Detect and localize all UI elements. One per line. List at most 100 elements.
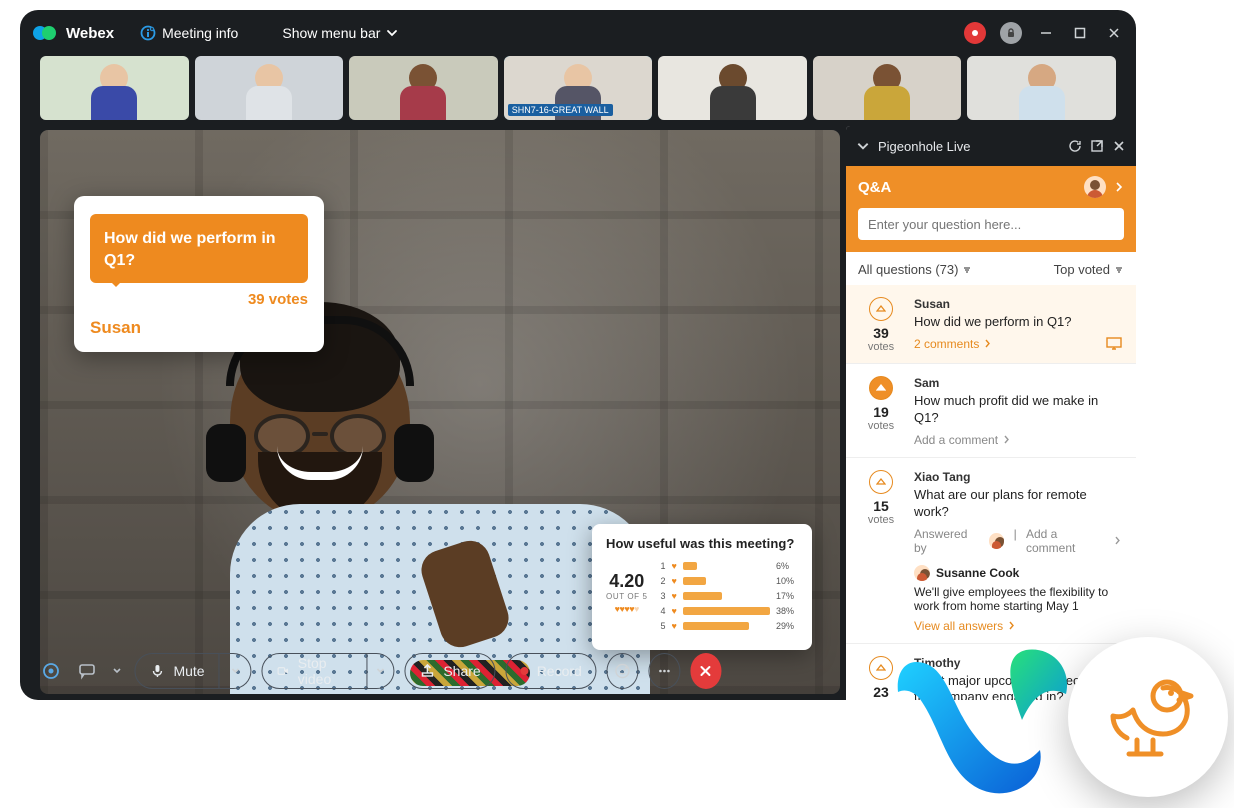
mute-dropdown[interactable] — [220, 653, 252, 689]
maximize-button[interactable] — [1070, 23, 1090, 43]
panel-header-label: Q&A — [858, 179, 891, 196]
vote-control[interactable]: 15 votes — [860, 470, 902, 633]
floating-logos — [876, 632, 1228, 802]
heart-icon: ♥ — [672, 576, 677, 586]
question-item[interactable]: 19 votes Sam How much profit did we make… — [846, 363, 1136, 457]
avatar-icon — [914, 565, 930, 581]
speaker-video — [230, 322, 650, 694]
close-icon[interactable] — [1112, 139, 1126, 153]
chevron-down-icon — [386, 27, 398, 39]
meeting-info-button[interactable]: Meeting info — [140, 25, 238, 41]
webex-app-icon — [876, 632, 1086, 802]
question-text: What are our plans for remote work? — [914, 487, 1122, 521]
vote-count: 15 — [860, 498, 902, 514]
view-all-answers-link[interactable]: View all answers — [914, 619, 1016, 633]
filter-all-questions[interactable]: All questions (73) — [858, 262, 972, 277]
answer-text: We'll give employees the flexibility to … — [914, 585, 1122, 613]
chevron-down-icon — [375, 666, 385, 676]
record-dot-icon — [521, 667, 529, 675]
panel-header: Q&A — [846, 166, 1136, 252]
vote-label: votes — [860, 341, 902, 353]
panel-filter-bar: All questions (73) Top voted — [846, 252, 1136, 285]
filmstrip-thumb[interactable] — [195, 56, 344, 120]
poll-outof: OUT OF 5 — [606, 592, 648, 601]
question-input[interactable] — [858, 208, 1124, 240]
minimize-button[interactable] — [1036, 23, 1056, 43]
close-button[interactable] — [1104, 23, 1124, 43]
apps-icon[interactable] — [40, 660, 62, 682]
popout-icon[interactable] — [1090, 139, 1104, 153]
upvote-icon[interactable] — [869, 470, 893, 494]
end-call-button[interactable] — [690, 653, 721, 689]
callout-question: How did we perform in Q1? — [90, 214, 308, 283]
add-comment-link[interactable]: Add a comment — [1026, 527, 1122, 555]
video-dropdown[interactable] — [367, 653, 394, 689]
upvote-icon[interactable] — [869, 376, 893, 400]
titlebar: Webex Meeting info Show menu bar — [20, 10, 1136, 56]
poll-bars: 1♥ 6%2♥ 10%3♥ 17%4♥ 38%5♥ 29% — [658, 561, 798, 636]
filmstrip-thumb[interactable] — [658, 56, 807, 120]
callout-author: Susan — [90, 318, 308, 338]
heart-icon: ♥ — [672, 606, 677, 616]
record-indicator-icon[interactable] — [964, 22, 986, 44]
heart-icon: ♥ — [672, 621, 677, 631]
sort-icon — [1114, 265, 1124, 275]
vote-control[interactable]: 19 votes — [860, 376, 902, 447]
pigeonhole-app-icon — [1068, 637, 1228, 797]
filmstrip-thumb[interactable]: SHN7-16-GREAT WALL — [504, 56, 653, 120]
poll-bar-row: 2♥ 10% — [658, 576, 798, 586]
poll-bar-row: 4♥ 38% — [658, 606, 798, 616]
webex-logo-icon — [32, 23, 58, 43]
lock-indicator-icon[interactable] — [1000, 22, 1022, 44]
answer-block: Susanne Cook We'll give employees the fl… — [914, 565, 1122, 633]
filter-sort[interactable]: Top voted — [1054, 262, 1124, 277]
chat-icon[interactable] — [76, 660, 98, 682]
filmstrip: SHN7-16-GREAT WALL — [20, 56, 1136, 126]
mic-icon — [149, 663, 165, 679]
filmstrip-thumb[interactable] — [349, 56, 498, 120]
avatar-icon — [989, 533, 1005, 549]
more-button[interactable] — [648, 653, 680, 689]
upvote-icon[interactable] — [869, 297, 893, 321]
question-item[interactable]: 15 votes Xiao Tang What are our plans fo… — [846, 457, 1136, 643]
question-author: Susan — [914, 297, 1122, 311]
refresh-icon[interactable] — [1068, 139, 1082, 153]
add-comment-link[interactable]: Add a comment — [914, 433, 1011, 447]
record-button[interactable]: Record — [506, 653, 597, 689]
share-button[interactable]: Share — [404, 653, 495, 689]
show-menu-label: Show menu bar — [282, 25, 380, 41]
vote-count: 19 — [860, 404, 902, 420]
vote-control[interactable]: 39 votes — [860, 297, 902, 353]
chevron-right-icon[interactable] — [1114, 182, 1124, 192]
stop-video-button[interactable]: Stop video — [262, 653, 395, 689]
filmstrip-thumb[interactable] — [967, 56, 1116, 120]
poll-bar-row: 5♥ 29% — [658, 621, 798, 631]
question-text: How much profit did we make in Q1? — [914, 393, 1122, 427]
heart-icon: ♥ — [672, 561, 677, 571]
share-icon — [419, 663, 435, 679]
brand: Webex — [32, 23, 114, 43]
chevron-down-icon[interactable] — [112, 666, 122, 676]
filmstrip-thumb[interactable] — [813, 56, 962, 120]
show-menu-button[interactable]: Show menu bar — [282, 25, 398, 41]
panel-title: Pigeonhole Live — [878, 139, 971, 154]
user-avatar-icon[interactable] — [1084, 176, 1106, 198]
vote-label: votes — [860, 420, 902, 432]
question-item[interactable]: 39 votes Susan How did we perform in Q1?… — [846, 285, 1136, 363]
side-panel: Pigeonhole Live Q&A All questions (73) — [846, 126, 1136, 700]
vote-count: 39 — [860, 325, 902, 341]
question-text: How did we perform in Q1? — [914, 314, 1122, 331]
chevron-down-icon[interactable] — [856, 139, 870, 153]
camera-icon — [277, 663, 290, 679]
question-author: Sam — [914, 376, 1122, 390]
comments-link[interactable]: 2 comments — [914, 337, 992, 351]
poll-score: 4.20 OUT OF 5 ♥♥♥♥♥ — [606, 561, 648, 614]
mute-button[interactable]: Mute — [134, 653, 251, 689]
question-callout: How did we perform in Q1? 39 votes Susan — [74, 196, 324, 352]
vote-label: votes — [860, 514, 902, 526]
hearts-icon: ♥♥♥♥♥ — [606, 604, 648, 614]
reactions-button[interactable] — [607, 653, 639, 689]
meeting-info-label: Meeting info — [162, 25, 238, 41]
filmstrip-thumb[interactable] — [40, 56, 189, 120]
poll-average: 4.20 — [606, 571, 648, 592]
